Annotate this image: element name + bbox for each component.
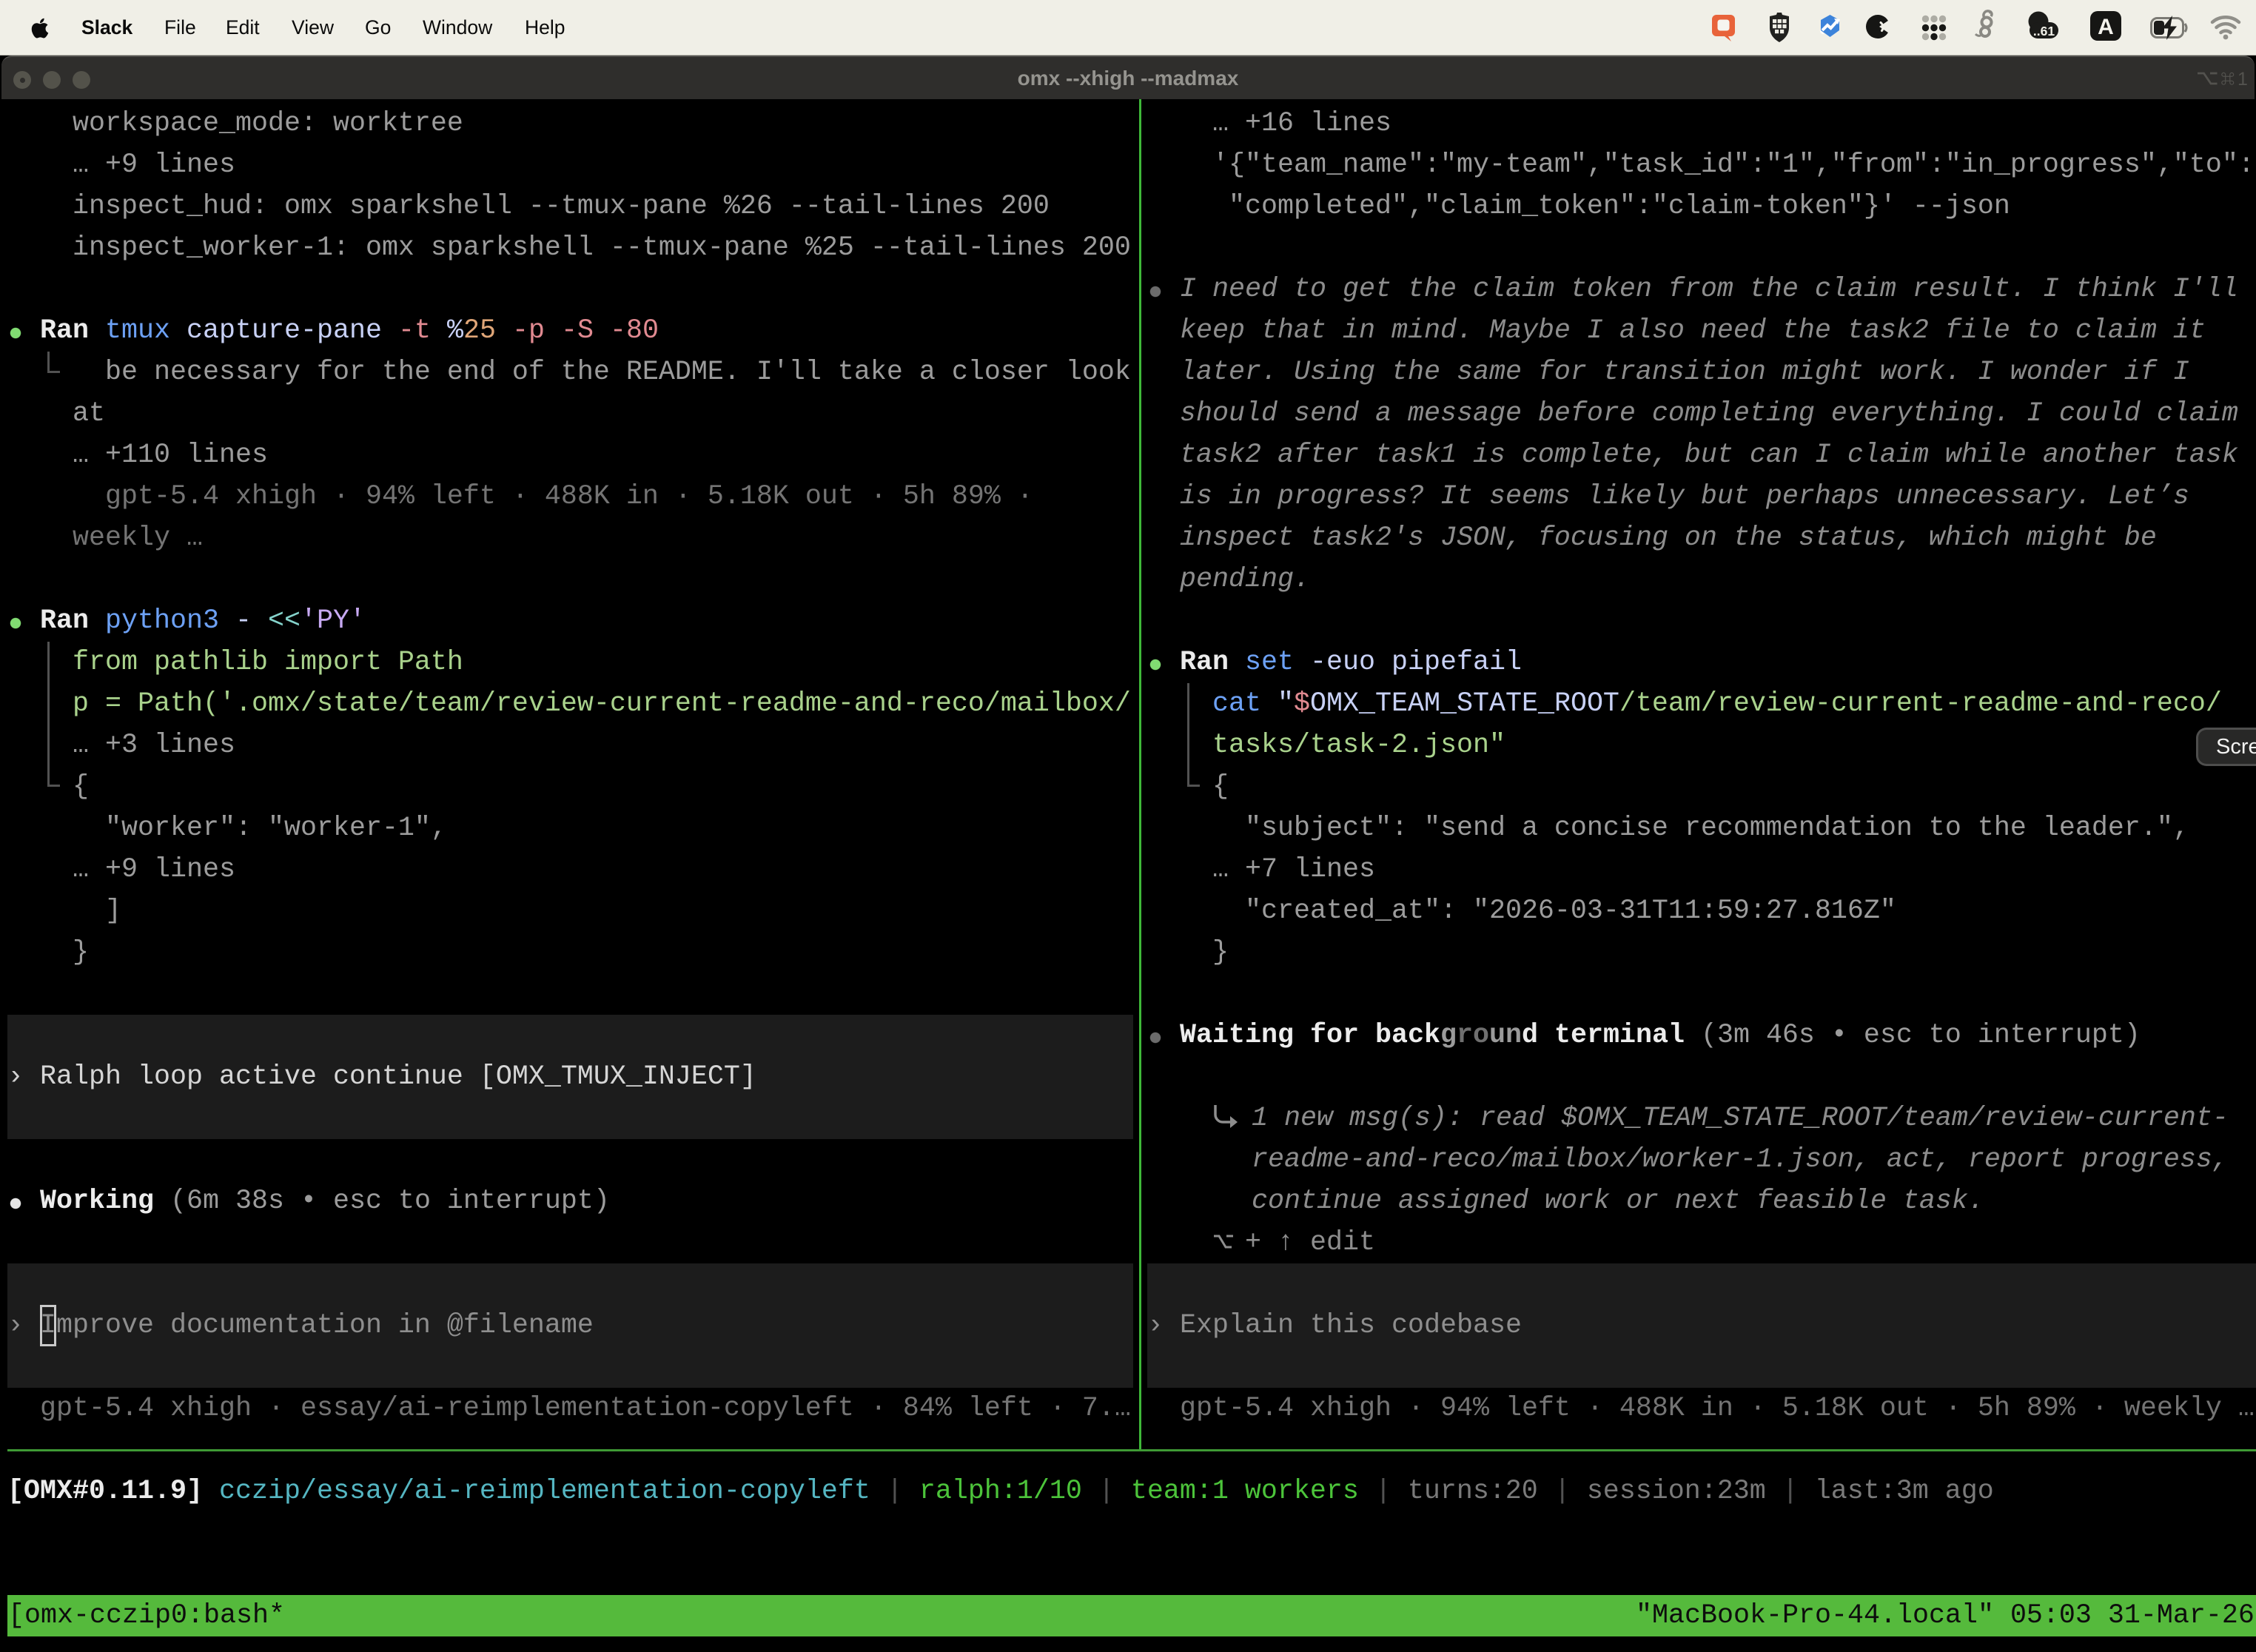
- svg-text:A: A: [2098, 15, 2114, 39]
- svg-text:1: 1: [2237, 69, 2248, 90]
- svg-text:..61: ..61: [2033, 24, 2055, 38]
